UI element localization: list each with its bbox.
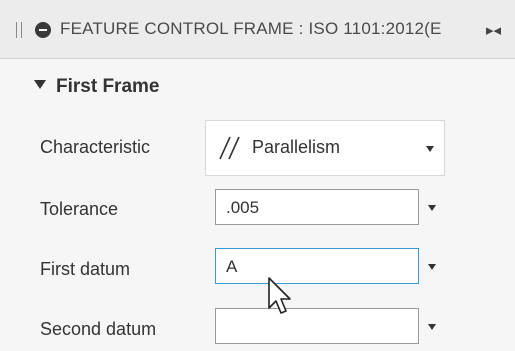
caret-down-icon <box>34 80 46 89</box>
second-datum-input[interactable] <box>215 308 419 344</box>
characteristic-dropdown[interactable]: Parallelism <box>205 120 445 176</box>
chevron-down-icon[interactable] <box>426 146 434 152</box>
expand-arrows-icon[interactable]: ▸◂ <box>486 22 508 38</box>
section-title: First Frame <box>56 76 160 97</box>
characteristic-label: Characteristic <box>40 137 151 157</box>
first-datum-input[interactable]: A <box>215 248 419 284</box>
tolerance-label: Tolerance <box>40 199 119 219</box>
tolerance-dropdown-arrow-icon[interactable] <box>428 205 436 211</box>
feature-control-frame-panel: FEATURE CONTROL FRAME : ISO 1101:2012(E … <box>0 0 515 351</box>
panel-title: FEATURE CONTROL FRAME : ISO 1101:2012(E <box>60 19 442 38</box>
first-datum-dropdown-arrow-icon[interactable] <box>428 264 436 270</box>
grip-handle-icon[interactable] <box>16 22 22 38</box>
second-datum-label: Second datum <box>40 319 157 339</box>
tolerance-input[interactable]: .005 <box>215 189 419 225</box>
characteristic-value: Parallelism <box>252 137 341 157</box>
section-header-first-frame[interactable]: First Frame <box>34 76 159 102</box>
parallelism-icon <box>219 136 240 160</box>
panel-titlebar[interactable]: FEATURE CONTROL FRAME : ISO 1101:2012(E … <box>0 0 515 59</box>
minus-circle-icon[interactable] <box>35 22 51 38</box>
first-datum-label: First datum <box>40 259 131 279</box>
mouse-pointer-icon <box>268 277 291 314</box>
second-datum-dropdown-arrow-icon[interactable] <box>428 324 436 330</box>
